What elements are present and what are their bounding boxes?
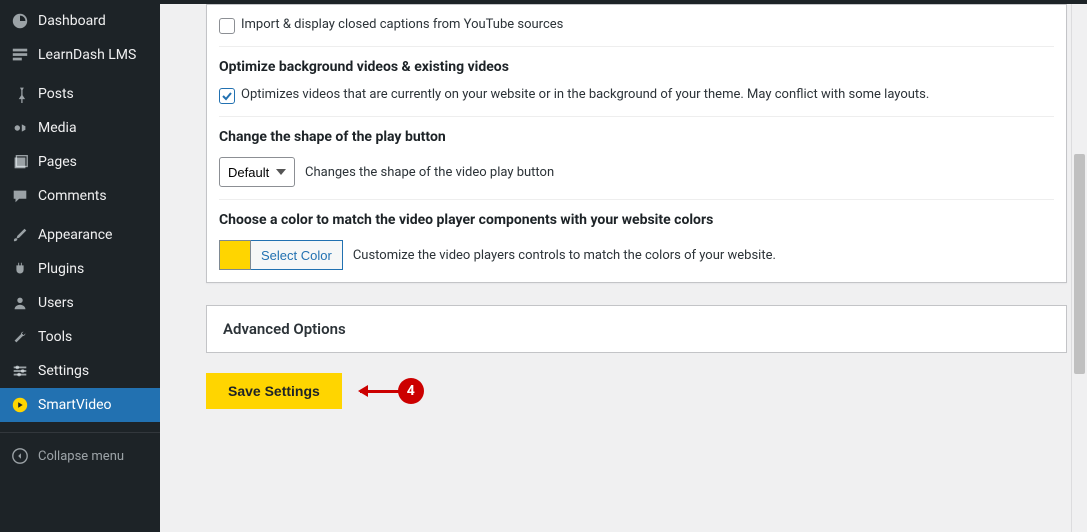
comment-icon bbox=[10, 187, 30, 205]
learndash-icon bbox=[10, 46, 30, 64]
collapse-menu[interactable]: Collapse menu bbox=[0, 432, 160, 473]
sidebar-item-label: Media bbox=[38, 120, 77, 136]
optimize-title: Optimize background videos & existing vi… bbox=[219, 59, 1054, 75]
sidebar-item-label: Pages bbox=[38, 154, 77, 170]
pin-icon bbox=[10, 85, 30, 103]
checkbox-empty[interactable] bbox=[219, 18, 235, 34]
collapse-label: Collapse menu bbox=[38, 449, 124, 464]
arrow-icon bbox=[360, 390, 400, 393]
sidebar-item-label: Plugins bbox=[38, 261, 84, 277]
color-title: Choose a color to match the video player… bbox=[219, 212, 1054, 228]
checkbox-checked[interactable] bbox=[219, 88, 235, 104]
sidebar-item-label: SmartVideo bbox=[38, 397, 112, 413]
optimize-option[interactable]: Optimizes videos that are currently on y… bbox=[219, 87, 1054, 104]
sidebar-item-comments[interactable]: Comments bbox=[0, 179, 160, 213]
shape-select[interactable]: Default bbox=[219, 157, 295, 187]
sidebar-item-posts[interactable]: Posts bbox=[0, 77, 160, 111]
advanced-title: Advanced Options bbox=[223, 320, 346, 338]
color-picker[interactable]: Select Color bbox=[219, 240, 343, 270]
sidebar-item-label: Tools bbox=[38, 329, 72, 345]
sidebar-item-pages[interactable]: Pages bbox=[0, 145, 160, 179]
save-settings-button[interactable]: Save Settings bbox=[206, 373, 342, 409]
user-icon bbox=[10, 294, 30, 312]
sidebar-item-media[interactable]: Media bbox=[0, 111, 160, 145]
advanced-options-header[interactable]: Advanced Options bbox=[206, 305, 1067, 353]
sidebar-item-users[interactable]: Users bbox=[0, 286, 160, 320]
color-swatch bbox=[219, 240, 251, 270]
sidebar-item-label: Dashboard bbox=[38, 13, 106, 29]
captions-option[interactable]: Import & display closed captions from Yo… bbox=[219, 17, 1054, 34]
sidebar-item-label: LearnDash LMS bbox=[38, 47, 136, 63]
collapse-icon bbox=[10, 447, 30, 465]
shape-desc: Changes the shape of the video play butt… bbox=[305, 165, 554, 180]
sidebar-item-dashboard[interactable]: Dashboard bbox=[0, 4, 160, 38]
optimize-label: Optimizes videos that are currently on y… bbox=[241, 87, 929, 102]
brush-icon bbox=[10, 226, 30, 244]
vertical-scrollbar[interactable] bbox=[1071, 4, 1087, 532]
sidebar-item-appearance[interactable]: Appearance bbox=[0, 218, 160, 252]
sidebar-item-plugins[interactable]: Plugins bbox=[0, 252, 160, 286]
plugin-icon bbox=[10, 260, 30, 278]
annotation-arrow: 4 bbox=[360, 378, 424, 404]
dashboard-icon bbox=[10, 12, 30, 30]
sidebar-item-tools[interactable]: Tools bbox=[0, 320, 160, 354]
sidebar-item-label: Comments bbox=[38, 188, 107, 204]
admin-sidebar: Dashboard LearnDash LMS Posts Media Page… bbox=[0, 4, 160, 532]
sidebar-item-label: Settings bbox=[38, 363, 89, 379]
shape-title: Change the shape of the play button bbox=[219, 129, 1054, 145]
scrollbar-thumb[interactable] bbox=[1074, 154, 1085, 374]
sidebar-item-label: Posts bbox=[38, 86, 74, 102]
sidebar-item-learndash[interactable]: LearnDash LMS bbox=[0, 38, 160, 72]
sidebar-item-label: Appearance bbox=[38, 227, 112, 243]
smartvideo-icon bbox=[10, 396, 30, 414]
sidebar-item-smartvideo[interactable]: SmartVideo bbox=[0, 388, 160, 422]
captions-label: Import & display closed captions from Yo… bbox=[241, 17, 563, 32]
select-color-button[interactable]: Select Color bbox=[251, 240, 343, 270]
annotation-badge: 4 bbox=[398, 378, 424, 404]
color-desc: Customize the video players controls to … bbox=[353, 248, 776, 263]
page-icon bbox=[10, 153, 30, 171]
wrench-icon bbox=[10, 328, 30, 346]
media-icon bbox=[10, 119, 30, 137]
main-content: Import & display closed captions from Yo… bbox=[160, 4, 1087, 532]
settings-box: Import & display closed captions from Yo… bbox=[206, 4, 1067, 283]
settings-icon bbox=[10, 362, 30, 380]
sidebar-item-label: Users bbox=[38, 295, 74, 311]
sidebar-item-settings[interactable]: Settings bbox=[0, 354, 160, 388]
